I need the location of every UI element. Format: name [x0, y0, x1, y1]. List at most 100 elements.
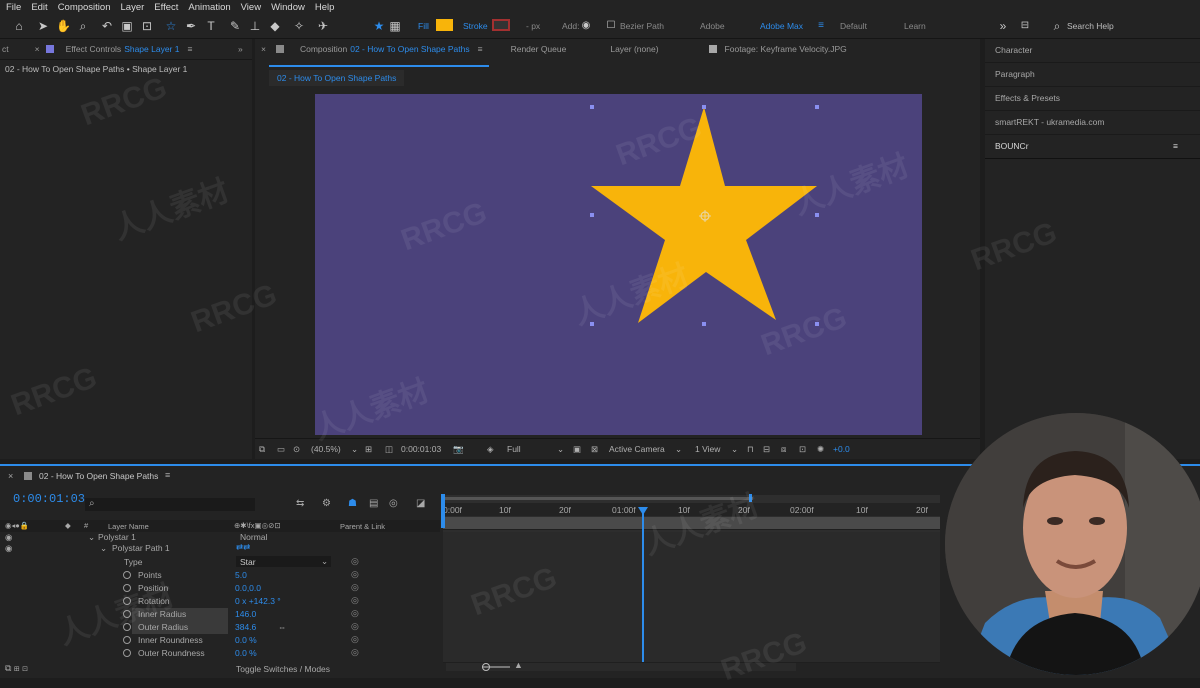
- property-row[interactable]: Inner Roundness 0.0 % ◎: [0, 634, 440, 647]
- layer-bar[interactable]: [443, 517, 940, 530]
- property-row[interactable]: Outer Radius 384.6 ⇔ ◎: [0, 621, 440, 634]
- hand-tool-icon[interactable]: ✋: [56, 19, 71, 33]
- close-icon[interactable]: ×: [8, 471, 13, 481]
- flowchart-icon[interactable]: ⊟: [763, 444, 770, 455]
- project-tab-fragment[interactable]: ct: [2, 44, 9, 54]
- playhead-icon[interactable]: [638, 507, 648, 515]
- star-shape-svg[interactable]: [315, 94, 922, 435]
- zoom-slider-handle[interactable]: [482, 663, 490, 671]
- paragraph-panel[interactable]: Paragraph: [985, 63, 1200, 87]
- property-value[interactable]: 384.6: [235, 622, 256, 632]
- workspace-learn[interactable]: Learn: [904, 21, 926, 31]
- visibility-eye-icon[interactable]: ◉: [5, 543, 12, 554]
- expression-pickwhip-icon[interactable]: ◎: [351, 647, 359, 658]
- timeline-link-icon[interactable]: ⧈: [781, 444, 786, 455]
- property-row[interactable]: Position 0.0,0.0 ◎: [0, 582, 440, 595]
- mask-visibility-icon[interactable]: ⊙: [293, 444, 300, 455]
- transform-handle[interactable]: [702, 322, 706, 326]
- grid-toggle-icon[interactable]: ▦: [388, 19, 402, 33]
- workspace-default[interactable]: Default: [840, 21, 867, 31]
- fill-label[interactable]: Fill: [418, 21, 429, 31]
- region-icon[interactable]: ⊞: [365, 444, 372, 455]
- property-value[interactable]: 146.0: [235, 609, 256, 619]
- expression-pickwhip-icon[interactable]: ◎: [351, 621, 359, 632]
- shy-layers-icon[interactable]: ☗: [348, 498, 357, 509]
- eraser-tool-icon[interactable]: ◆: [268, 19, 282, 33]
- menu-view[interactable]: View: [241, 2, 261, 13]
- timeline-timecode[interactable]: 0:00:01:03: [13, 492, 85, 506]
- camera-select[interactable]: Active Camera: [609, 444, 665, 454]
- menu-window[interactable]: Window: [271, 2, 305, 13]
- stopwatch-icon[interactable]: [123, 636, 131, 644]
- 3d-view-icon[interactable]: ⊡: [799, 444, 806, 455]
- toggle-switches-modes[interactable]: Toggle Switches / Modes: [236, 664, 330, 674]
- transform-handle[interactable]: [815, 213, 819, 217]
- composition-canvas[interactable]: [315, 94, 922, 435]
- menu-animation[interactable]: Animation: [188, 2, 230, 13]
- resolution-select[interactable]: Full: [507, 444, 521, 454]
- puppet-pin-tool-icon[interactable]: ✈: [316, 19, 330, 33]
- search-icon[interactable]: ⌕: [1050, 19, 1064, 33]
- render-queue-tab[interactable]: Render Queue: [511, 44, 567, 54]
- mountain-icon[interactable]: ▲: [514, 660, 523, 670]
- expression-pickwhip-icon[interactable]: ◎: [351, 595, 359, 606]
- property-row[interactable]: Inner Radius 146.0 ◎: [0, 608, 440, 621]
- property-value[interactable]: 5.0: [235, 570, 247, 580]
- layer-tab[interactable]: Layer (none): [610, 44, 658, 54]
- panel-menu-icon[interactable]: ≡: [478, 44, 483, 54]
- pen-tool-icon[interactable]: ✒: [184, 19, 198, 33]
- more-workspaces-icon[interactable]: »: [996, 19, 1010, 33]
- brush-tool-icon[interactable]: ✎: [228, 19, 242, 33]
- selection-tool-icon[interactable]: ➤: [36, 19, 50, 33]
- twirl-icon[interactable]: ⌄: [100, 543, 107, 554]
- work-area-start-handle[interactable]: [441, 494, 445, 528]
- star-shape-icon[interactable]: ★: [372, 19, 386, 33]
- preview-icon[interactable]: ⧉: [259, 444, 265, 455]
- panel-menu-icon[interactable]: ≡: [165, 470, 170, 480]
- effect-controls-tab[interactable]: Effect Controls: [66, 44, 122, 54]
- work-area-bar[interactable]: [443, 495, 940, 503]
- stopwatch-icon[interactable]: [123, 623, 131, 631]
- timeline-comp-tab[interactable]: 02 - How To Open Shape Paths: [39, 471, 158, 481]
- stroke-width[interactable]: - px: [526, 21, 540, 31]
- panel-expand-icon[interactable]: »: [238, 44, 243, 54]
- clone-stamp-tool-icon[interactable]: ⊥: [248, 19, 262, 33]
- close-icon[interactable]: ×: [35, 44, 40, 54]
- property-row[interactable]: Outer Roundness 0.0 % ◎: [0, 647, 440, 660]
- expression-pickwhip-icon[interactable]: ◎: [351, 569, 359, 580]
- fast-preview-icon[interactable]: ▣: [573, 444, 581, 455]
- property-row[interactable]: Points 5.0 ◎: [0, 569, 440, 582]
- stopwatch-icon[interactable]: [123, 649, 131, 657]
- stopwatch-icon[interactable]: [123, 610, 131, 618]
- transform-handle[interactable]: [815, 105, 819, 109]
- menu-help[interactable]: Help: [315, 2, 335, 13]
- panel-menu-icon[interactable]: ≡: [1173, 135, 1178, 158]
- timeline-search-input[interactable]: [85, 498, 255, 511]
- search-help[interactable]: Search Help: [1067, 21, 1114, 31]
- toggle-grid-icon[interactable]: ⊠: [591, 444, 598, 455]
- blend-mode[interactable]: Normal: [240, 532, 267, 542]
- transform-handle[interactable]: [590, 322, 594, 326]
- graph-editor-icon[interactable]: ◪: [416, 498, 425, 509]
- stroke-swatch[interactable]: [492, 19, 510, 31]
- frame-blending-icon[interactable]: ▤: [369, 498, 378, 509]
- expression-pickwhip-icon[interactable]: ◎: [351, 582, 359, 593]
- 3d-renderer-icon[interactable]: ⊓: [747, 444, 754, 455]
- menu-edit[interactable]: Edit: [31, 2, 47, 13]
- stopwatch-icon[interactable]: [123, 597, 131, 605]
- exposure-value[interactable]: +0.0: [833, 444, 850, 454]
- expression-pickwhip-icon[interactable]: ◎: [351, 634, 359, 645]
- layer-switches-icon[interactable]: ⊕✱\fx▣◎⊘⊡: [234, 521, 281, 530]
- workspace-adobe[interactable]: Adobe: [700, 21, 725, 31]
- zoom-level[interactable]: (40.5%): [311, 444, 341, 454]
- menu-file[interactable]: File: [6, 2, 21, 13]
- sync-icon[interactable]: ⊟: [1018, 19, 1032, 33]
- property-row[interactable]: Rotation 0 x +142.3 ° ◎: [0, 595, 440, 608]
- stopwatch-icon[interactable]: [123, 571, 131, 579]
- transparency-grid-icon[interactable]: ◫: [385, 444, 393, 455]
- panel-menu-icon[interactable]: ≡: [187, 44, 192, 54]
- smartrekt-panel[interactable]: smartREKT - ukramedia.com: [985, 111, 1200, 135]
- pan-behind-tool-icon[interactable]: ⊡: [140, 19, 154, 33]
- property-value[interactable]: 0 x +142.3 °: [235, 596, 281, 606]
- view-layout-select[interactable]: 1 View: [695, 444, 720, 454]
